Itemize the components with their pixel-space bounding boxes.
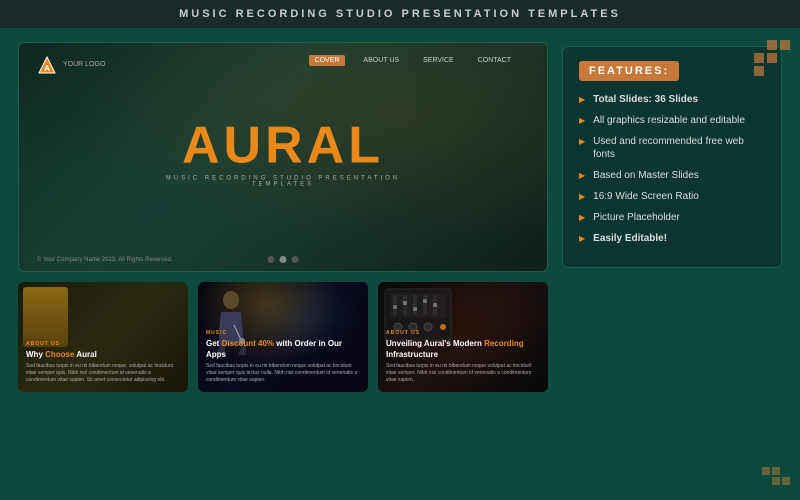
- feature-item-7: ▶ Easily Editable!: [579, 232, 765, 245]
- feature-item-1: ▶ Total Slides: 36 Slides: [579, 93, 765, 106]
- banner-title: MUSIC RECORDING STUDIO PRESENTATION TEMP…: [179, 8, 621, 20]
- features-header: FEATURES:: [579, 61, 765, 81]
- card-1-title: Why Choose Aural: [26, 350, 180, 360]
- card-2-overlay: MUSIC Get Discount 40% with Order in Our…: [198, 282, 368, 392]
- card-3-title: Unveiling Aural's Modern Recording Infra…: [386, 339, 540, 360]
- card-3-overlay: ABOUT US Unveiling Aural's Modern Record…: [378, 282, 548, 392]
- svg-text:A: A: [44, 64, 50, 73]
- brand-name: AURAL: [151, 120, 415, 172]
- feature-text-1: Total Slides: 36 Slides: [593, 93, 698, 106]
- feature-item-4: ▶ Based on Master Slides: [579, 169, 765, 182]
- right-section: FEATURES: ▶ Total Slides: 36 Slides ▶ Al…: [562, 42, 782, 478]
- preview-dots: [268, 256, 299, 263]
- feature-text-7-content: Easily Editable!: [593, 233, 667, 244]
- nav-cover[interactable]: COVER: [309, 55, 346, 66]
- card-1-tag: ABOUT US: [26, 341, 180, 347]
- nav-service[interactable]: SERVICE: [417, 55, 460, 66]
- card-1-overlay: ABOUT US Why Choose Aural Sed faucibus t…: [18, 282, 188, 392]
- card-2-tag: MUSIC: [206, 330, 360, 336]
- features-box: FEATURES: ▶ Total Slides: 36 Slides ▶ Al…: [562, 46, 782, 268]
- feature-text-6: Picture Placeholder: [593, 211, 680, 224]
- logo-text: YOUR LOGO: [63, 61, 105, 69]
- feature-text-2: All graphics resizable and editable: [593, 114, 745, 127]
- small-card-1: ABOUT US Why Choose Aural Sed faucibus t…: [18, 282, 188, 392]
- card-1-desc: Sed faucibus turpis in eu mi bibendum ne…: [26, 363, 180, 384]
- arrow-icon-6: ▶: [579, 213, 585, 222]
- feature-item-5: ▶ 16:9 Wide Screen Ratio: [579, 190, 765, 203]
- features-label: FEATURES:: [579, 61, 679, 81]
- feature-text-7: Easily Editable!: [593, 232, 667, 245]
- feature-text-4: Based on Master Slides: [593, 169, 699, 182]
- dot-2: [280, 256, 287, 263]
- arrow-icon-2: ▶: [579, 116, 585, 125]
- feature-item-3: ▶ Used and recommended free web fonts: [579, 135, 765, 161]
- page-title: MUSIC RECORDING STUDIO PRESENTATION TEMP…: [0, 0, 800, 28]
- main-content: A YOUR LOGO COVER ABOUT US SERVICE CONTA…: [0, 28, 800, 492]
- small-card-2: MUSIC Get Discount 40% with Order in Our…: [198, 282, 368, 392]
- card-3-tag: ABOUT US: [386, 330, 540, 336]
- small-previews: ABOUT US Why Choose Aural Sed faucibus t…: [18, 282, 548, 392]
- deco-squares-bottom: [762, 467, 790, 485]
- arrow-icon-3: ▶: [579, 137, 585, 146]
- feature-item-6: ▶ Picture Placeholder: [579, 211, 765, 224]
- arrow-icon-7: ▶: [579, 234, 585, 243]
- feature-text-1-content: Total Slides: 36 Slides: [593, 94, 698, 105]
- preview-logo: A YOUR LOGO: [37, 55, 105, 75]
- nav-contact[interactable]: CONTACT: [472, 55, 517, 66]
- card-2-desc: Sed faucibus turpis in eu mi bibendum ne…: [206, 363, 360, 384]
- preview-inner: A YOUR LOGO COVER ABOUT US SERVICE CONTA…: [19, 43, 547, 271]
- feature-text-3: Used and recommended free web fonts: [593, 135, 765, 161]
- card-2-title: Get Discount 40% with Order in Our Apps: [206, 339, 360, 360]
- dot-3: [292, 256, 299, 263]
- preview-title-block: AURAL MUSIC RECORDING STUDIO PRESENTATIO…: [151, 120, 415, 188]
- feature-text-5: 16:9 Wide Screen Ratio: [593, 190, 699, 203]
- preview-subtitle: MUSIC RECORDING STUDIO PRESENTATION TEMP…: [151, 176, 415, 188]
- left-section: A YOUR LOGO COVER ABOUT US SERVICE CONTA…: [18, 42, 548, 478]
- arrow-icon-4: ▶: [579, 171, 585, 180]
- dot-1: [268, 256, 275, 263]
- card-3-desc: Sed faucibus turpis in eu mi bibendum ne…: [386, 363, 540, 384]
- preview-nav: COVER ABOUT US SERVICE CONTACT: [309, 55, 517, 66]
- deco-squares-top: [754, 40, 790, 76]
- small-card-3: ABOUT US Unveiling Aural's Modern Record…: [378, 282, 548, 392]
- arrow-icon-5: ▶: [579, 192, 585, 201]
- nav-about[interactable]: ABOUT US: [357, 55, 405, 66]
- arrow-icon-1: ▶: [579, 95, 585, 104]
- main-preview: A YOUR LOGO COVER ABOUT US SERVICE CONTA…: [18, 42, 548, 272]
- preview-footer: © Your Company Name 2023. All Rights Res…: [37, 257, 173, 263]
- feature-item-2: ▶ All graphics resizable and editable: [579, 114, 765, 127]
